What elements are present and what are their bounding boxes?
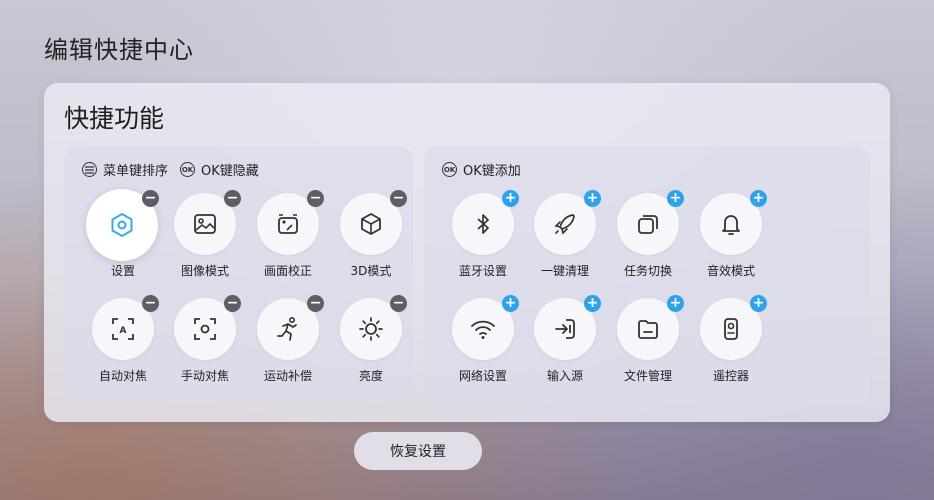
input-source-icon <box>555 319 575 339</box>
settings-hex-icon <box>111 212 133 238</box>
tile-motion-compensation[interactable]: − 运动补偿 <box>248 295 328 398</box>
tile-label: 音效模式 <box>706 264 755 278</box>
tile-network-settings[interactable]: + 网络设置 <box>443 295 523 398</box>
card-title: 快捷功能 <box>64 104 165 133</box>
tile-task-switch[interactable]: + 任务切换 <box>608 190 688 293</box>
tile-auto-focus[interactable]: A − 自动对焦 <box>83 295 163 398</box>
remove-badge[interactable]: − <box>224 295 241 312</box>
svg-text:A: A <box>120 326 127 336</box>
picture-correction-icon <box>278 214 298 234</box>
tile-label: 亮度 <box>358 369 383 383</box>
tile-image-mode[interactable]: − 图像模式 <box>165 190 245 293</box>
remote-icon <box>724 318 738 340</box>
add-badge[interactable]: + <box>750 295 767 312</box>
ok-icon: OK <box>442 162 457 177</box>
remove-badge[interactable]: − <box>142 295 159 312</box>
cube-icon <box>361 213 381 235</box>
right-hint-row: OK OK键添加 <box>442 160 521 179</box>
tile-label: 3D模式 <box>350 264 392 278</box>
bell-icon <box>722 215 740 235</box>
running-icon <box>277 316 297 341</box>
remove-badge[interactable]: − <box>307 295 324 312</box>
remove-badge[interactable]: − <box>390 190 407 207</box>
remove-badge[interactable]: − <box>390 295 407 312</box>
tile-settings[interactable]: − 设置 <box>83 189 163 293</box>
hint-ok-add: OK键添加 <box>463 164 521 179</box>
remove-badge[interactable]: − <box>224 190 241 207</box>
add-badge[interactable]: + <box>750 190 767 207</box>
available-shortcuts-panel: OK OK键添加 + 蓝牙设置 + 一键清理 + 任务切换 + 音效模式 + 网… <box>424 146 870 401</box>
wifi-icon <box>471 320 495 339</box>
add-badge[interactable]: + <box>584 295 601 312</box>
manual-focus-icon <box>194 318 216 340</box>
restore-settings-button[interactable]: 恢复设置 <box>354 432 482 470</box>
tile-bluetooth[interactable]: + 蓝牙设置 <box>443 190 523 293</box>
add-badge[interactable]: + <box>584 190 601 207</box>
remove-badge[interactable]: − <box>307 190 324 207</box>
add-badge[interactable]: + <box>502 295 519 312</box>
sun-icon <box>359 317 383 341</box>
ok-icon: OK <box>180 162 196 177</box>
folder-icon <box>638 320 658 339</box>
auto-focus-icon: A <box>112 318 134 340</box>
menu-icon <box>82 162 97 177</box>
tile-brightness[interactable]: − 亮度 <box>331 295 411 398</box>
image-icon <box>194 214 216 234</box>
tile-manual-focus[interactable]: − 手动对焦 <box>165 295 245 398</box>
add-badge[interactable]: + <box>502 190 519 207</box>
bluetooth-icon <box>477 214 489 234</box>
hint-menu-sort: 菜单键排序 <box>103 164 169 179</box>
add-badge[interactable]: + <box>667 190 684 207</box>
tile-one-key-clean[interactable]: + 一键清理 <box>525 190 605 293</box>
active-shortcuts-panel: 菜单键排序 OK OK键隐藏 − 设置 − 图像模式 − 画面校正 − 3D模式… <box>64 146 413 401</box>
tile-file-manager[interactable]: + 文件管理 <box>608 295 688 398</box>
tile-sound-mode[interactable]: + 音效模式 <box>691 190 771 293</box>
tile-input-source[interactable]: + 输入源 <box>525 295 605 398</box>
quick-functions-card: 快捷功能 菜单键排序 OK OK键隐藏 − 设置 − 图像模式 − 画面校正 −… <box>44 83 890 422</box>
page-title: 编辑快捷中心 <box>44 36 194 64</box>
remove-badge[interactable]: − <box>142 190 159 207</box>
hint-ok-hide: OK键隐藏 <box>201 164 259 179</box>
tile-remote-control[interactable]: + 遥控器 <box>691 295 771 398</box>
tile-label: 遥控器 <box>712 369 749 383</box>
task-switch-icon <box>638 215 658 234</box>
rocket-icon <box>554 214 575 235</box>
add-badge[interactable]: + <box>667 295 684 312</box>
left-hint-row: 菜单键排序 OK OK键隐藏 <box>82 160 259 179</box>
tile-3d-mode[interactable]: − 3D模式 <box>331 190 411 293</box>
tile-picture-correction[interactable]: − 画面校正 <box>248 190 328 293</box>
